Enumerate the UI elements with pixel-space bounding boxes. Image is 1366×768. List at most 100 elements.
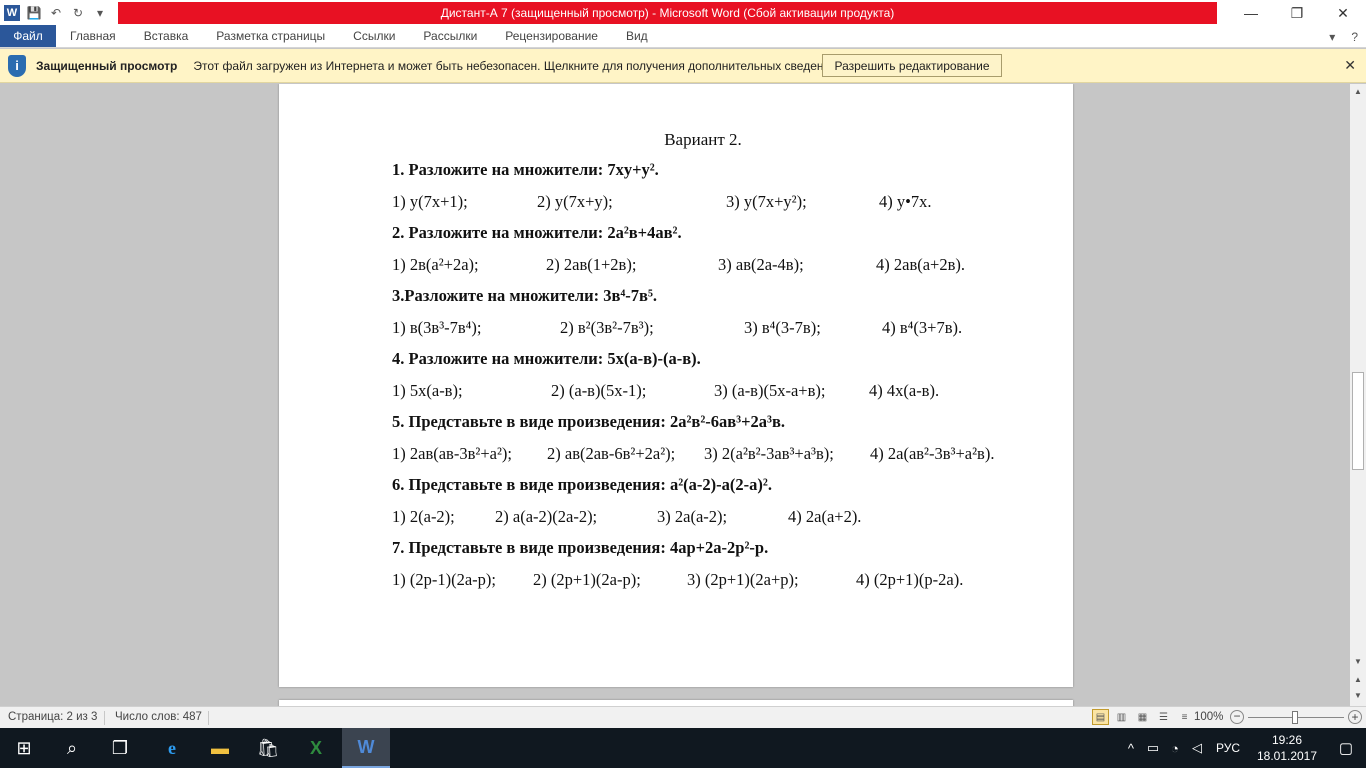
previous-page-icon[interactable]: ▲ — [1350, 674, 1366, 686]
question: 6. Представьте в виде произведения: a²(a… — [392, 475, 772, 494]
print-layout-icon[interactable]: ▤ — [1092, 709, 1109, 725]
answer-option: 4) в⁴(3+7в). — [882, 317, 963, 337]
zoom-level[interactable]: 100% — [1194, 711, 1223, 723]
word-count[interactable]: Число слов: 487 — [115, 711, 202, 723]
answer-option: 2) (a-в)(5x-1); — [551, 380, 647, 400]
answer-option: 4) 4x(a-в). — [869, 380, 940, 400]
title-bar: W 💾 ↶ ↻ ▾ Дистант-А 7 (защищенный просмо… — [0, 0, 1366, 26]
quick-access-toolbar: W 💾 ↶ ↻ ▾ — [0, 0, 108, 26]
zoom-in-icon[interactable]: + — [1348, 710, 1362, 724]
question: 4. Разложите на множители: 5x(a-в)-(a-в)… — [392, 349, 701, 368]
answer-option: 4) 2a(a+2). — [788, 506, 862, 526]
tab-file[interactable]: Файл — [0, 25, 56, 47]
answer-option: 4) 2aв(a+2в). — [876, 254, 966, 274]
network-icon[interactable]: ◔ — [1164, 741, 1186, 756]
excel-icon[interactable]: X — [292, 728, 340, 768]
search-icon[interactable]: ⌕ — [48, 728, 96, 768]
clock[interactable]: 19:26 18.01.2017 — [1248, 732, 1326, 764]
maximize-button[interactable]: ❐ — [1274, 0, 1320, 26]
ribbon-right-controls: ▾ ? — [1329, 26, 1358, 48]
document-area[interactable]: Вариант 2. 1. Разложите на множители: 7x… — [0, 84, 1350, 706]
answer-row: 1) y(7x+1); 2) y(7x+y); 3) y(7x+y²); 4) … — [392, 190, 1032, 222]
tab-view[interactable]: Вид — [612, 25, 662, 47]
answer-option: 1) в(3в³-7в⁴); — [392, 317, 482, 337]
answer-row: 1) в(3в³-7в⁴); 2) в²(3в²-7в³); 3) в⁴(3-7… — [392, 316, 1032, 348]
answer-option: 3) 2a(a-2); — [657, 506, 728, 526]
answer-option: 3) y(7x+y²); — [726, 191, 807, 211]
answer-option: 2) a(a-2)(2a-2); — [495, 506, 598, 526]
tab-home[interactable]: Главная — [56, 25, 130, 47]
store-icon[interactable]: 🛍 — [244, 728, 292, 768]
close-message-icon[interactable]: ✕ — [1344, 57, 1356, 74]
answer-row: 1) 2(a-2); 2) a(a-2)(2a-2); 3) 2a(a-2); … — [392, 505, 1032, 537]
save-icon[interactable]: 💾 — [26, 5, 42, 21]
language-indicator[interactable]: РУС — [1216, 741, 1240, 755]
answer-option: 3) 2(a²в²-3aв³+a³в); — [704, 443, 834, 463]
document-page[interactable]: Вариант 2. 1. Разложите на множители: 7x… — [279, 84, 1073, 687]
word-icon[interactable]: W — [342, 728, 390, 768]
answer-option: 4) y•7x. — [879, 191, 932, 211]
status-bar: Страница: 2 из 3 Число слов: 487 ▤ ▥ ▦ ☰… — [0, 706, 1366, 728]
page-count[interactable]: Страница: 2 из 3 — [8, 711, 97, 723]
answer-option: 1) 5x(a-в); — [392, 380, 463, 400]
answer-option: 3) в⁴(3-7в); — [744, 317, 821, 337]
zoom-out-icon[interactable]: − — [1230, 710, 1244, 724]
tab-page-layout[interactable]: Разметка страницы — [202, 25, 339, 47]
message-text[interactable]: Этот файл загружен из Интернета и может … — [193, 59, 840, 73]
minimize-button[interactable]: — — [1228, 0, 1274, 26]
task-view-icon[interactable]: ❐ — [96, 728, 144, 768]
redo-icon[interactable]: ↻ — [70, 5, 86, 21]
scroll-up-icon[interactable]: ▲ — [1350, 86, 1366, 98]
help-icon[interactable]: ? — [1351, 30, 1358, 44]
clock-date: 18.01.2017 — [1256, 749, 1318, 763]
customize-qat-icon[interactable]: ▾ — [92, 5, 108, 21]
notifications-icon[interactable]: ▢ — [1326, 739, 1366, 757]
collapse-ribbon-icon[interactable]: ▾ — [1329, 30, 1335, 44]
ribbon-tabs: Файл Главная Вставка Разметка страницы С… — [0, 25, 1366, 48]
question: 2. Разложите на множители: 2a²в+4aв². — [392, 223, 682, 242]
volume-icon[interactable]: ◁ — [1186, 740, 1208, 756]
answer-option: 1) (2p-1)(2a-p); — [392, 569, 496, 589]
answer-option: 4) 2a(aв²-3в³+a²в). — [870, 443, 995, 463]
file-explorer-icon[interactable]: ▬ — [196, 728, 244, 768]
system-tray: ^ ▭ ◔ ◁ РУС 19:26 18.01.2017 ▢ — [1120, 728, 1366, 768]
scrollbar-thumb[interactable] — [1352, 372, 1364, 470]
window-title: Дистант-А 7 (защищенный просмотр) - Micr… — [118, 2, 1217, 24]
variant-title: Вариант 2. — [664, 130, 742, 149]
outline-icon[interactable]: ☰ — [1155, 709, 1172, 725]
answer-option: 1) 2в(a²+2a); — [392, 254, 479, 274]
view-buttons: ▤ ▥ ▦ ☰ ≡ — [1092, 709, 1193, 725]
answer-option: 3) (2p+1)(2a+p); — [687, 569, 799, 589]
tab-mailings[interactable]: Рассылки — [409, 25, 491, 47]
tab-insert[interactable]: Вставка — [130, 25, 203, 47]
status-divider — [104, 711, 105, 725]
zoom-slider-thumb[interactable] — [1292, 711, 1298, 724]
edge-icon[interactable]: e — [148, 728, 196, 768]
chevron-up-icon[interactable]: ^ — [1120, 741, 1142, 756]
word-app-icon[interactable]: W — [4, 5, 20, 21]
next-page-icon[interactable]: ▼ — [1350, 690, 1366, 702]
question: 1. Разложите на множители: 7xy+y². — [392, 160, 659, 179]
web-layout-icon[interactable]: ▦ — [1134, 709, 1151, 725]
message-title: Защищенный просмотр — [36, 58, 178, 73]
draft-icon[interactable]: ≡ — [1176, 709, 1193, 725]
tab-references[interactable]: Ссылки — [339, 25, 409, 47]
question: 5. Представьте в виде произведения: 2a²в… — [392, 412, 786, 431]
start-icon[interactable]: ⊞ — [0, 728, 48, 768]
window-controls: — ❐ ✕ — [1228, 0, 1366, 26]
answer-row: 1) 5x(a-в); 2) (a-в)(5x-1); 3) (a-в)(5x-… — [392, 379, 1032, 411]
tab-review[interactable]: Рецензирование — [491, 25, 612, 47]
battery-icon[interactable]: ▭ — [1142, 740, 1164, 756]
vertical-scrollbar[interactable]: ▲ ▼ ▲ ▼ — [1350, 84, 1366, 706]
close-button[interactable]: ✕ — [1320, 0, 1366, 26]
answer-option: 3) (a-в)(5x-a+в); — [714, 380, 826, 400]
scroll-down-icon[interactable]: ▼ — [1350, 656, 1366, 668]
enable-editing-button[interactable]: Разрешить редактирование — [822, 54, 1002, 77]
clock-time: 19:26 — [1271, 733, 1303, 747]
read-mode-icon[interactable]: ▥ — [1113, 709, 1130, 725]
protected-view-bar: i Защищенный просмотр Этот файл загружен… — [0, 49, 1366, 83]
question: 7. Представьте в виде произведения: 4ap+… — [392, 538, 769, 557]
answer-option: 3) aв(2a-4в); — [718, 254, 804, 274]
undo-icon[interactable]: ↶ — [48, 5, 64, 21]
answer-row: 1) (2p-1)(2a-p); 2) (2p+1)(2a-p); 3) (2p… — [392, 568, 1032, 600]
